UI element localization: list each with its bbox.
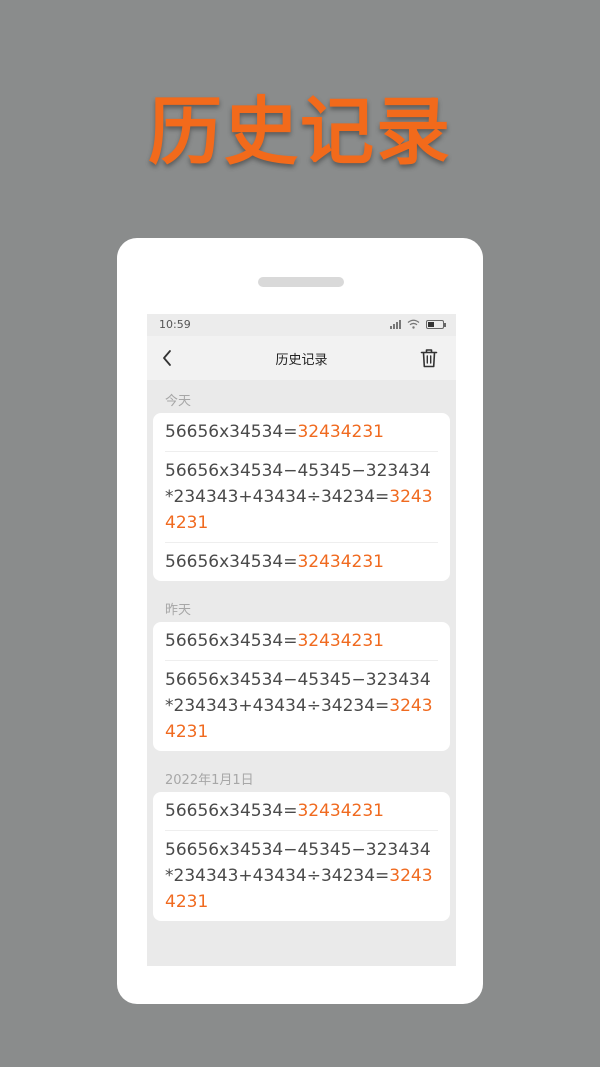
history-entry[interactable]: 56656x34534=32434231 xyxy=(165,622,438,661)
history-card: 56656x34534=32434231 56656x34534−45345−3… xyxy=(153,413,450,581)
phone-frame: 10:59 历史记录 今天 56656x34534=32434231 56656… xyxy=(117,238,483,1004)
history-card: 56656x34534=32434231 56656x34534−45345−3… xyxy=(153,792,450,921)
entry-expression: 56656x34534= xyxy=(165,552,298,572)
entry-result: 32434231 xyxy=(297,552,384,572)
entry-result: 32434231 xyxy=(297,631,384,651)
history-list: 今天 56656x34534=32434231 56656x34534−4534… xyxy=(147,380,456,921)
back-button[interactable] xyxy=(155,346,179,370)
battery-icon xyxy=(426,319,446,329)
history-card: 56656x34534=32434231 56656x34534−45345−3… xyxy=(153,622,450,751)
delete-all-button[interactable] xyxy=(418,346,440,370)
history-entry[interactable]: 56656x34534=32434231 xyxy=(165,792,438,831)
page-title: 历史记录 xyxy=(275,352,328,368)
phone-screen: 10:59 历史记录 今天 56656x34534=32434231 56656… xyxy=(147,314,456,966)
status-time: 10:59 xyxy=(159,318,191,331)
history-entry[interactable]: 56656x34534−45345−323434 *234343+43434÷3… xyxy=(165,452,438,543)
entry-expression: 56656x34534= xyxy=(165,801,298,821)
entry-expression: 56656x34534= xyxy=(165,631,298,651)
section-label: 今天 xyxy=(165,394,192,409)
signal-icon xyxy=(390,319,401,329)
history-entry[interactable]: 56656x34534=32434231 xyxy=(165,413,438,452)
section-label: 2022年1月1日 xyxy=(165,773,254,788)
nav-bar: 历史记录 xyxy=(147,336,456,380)
entry-result: 32434231 xyxy=(297,801,384,821)
entry-result: 32434231 xyxy=(297,422,384,442)
wifi-icon xyxy=(407,319,420,329)
hero-title: 历史记录 xyxy=(148,89,452,175)
section-label: 昨天 xyxy=(165,603,192,618)
entry-expression: 56656x34534= xyxy=(165,422,298,442)
history-entry[interactable]: 56656x34534=32434231 xyxy=(165,543,438,581)
history-entry[interactable]: 56656x34534−45345−323434 *234343+43434÷3… xyxy=(165,661,438,751)
status-bar: 10:59 xyxy=(147,314,456,336)
phone-speaker xyxy=(258,277,344,287)
chevron-left-icon xyxy=(163,350,171,366)
status-icons xyxy=(390,319,446,329)
history-entry[interactable]: 56656x34534−45345−323434 *234343+43434÷3… xyxy=(165,831,438,921)
trash-icon xyxy=(420,349,438,368)
